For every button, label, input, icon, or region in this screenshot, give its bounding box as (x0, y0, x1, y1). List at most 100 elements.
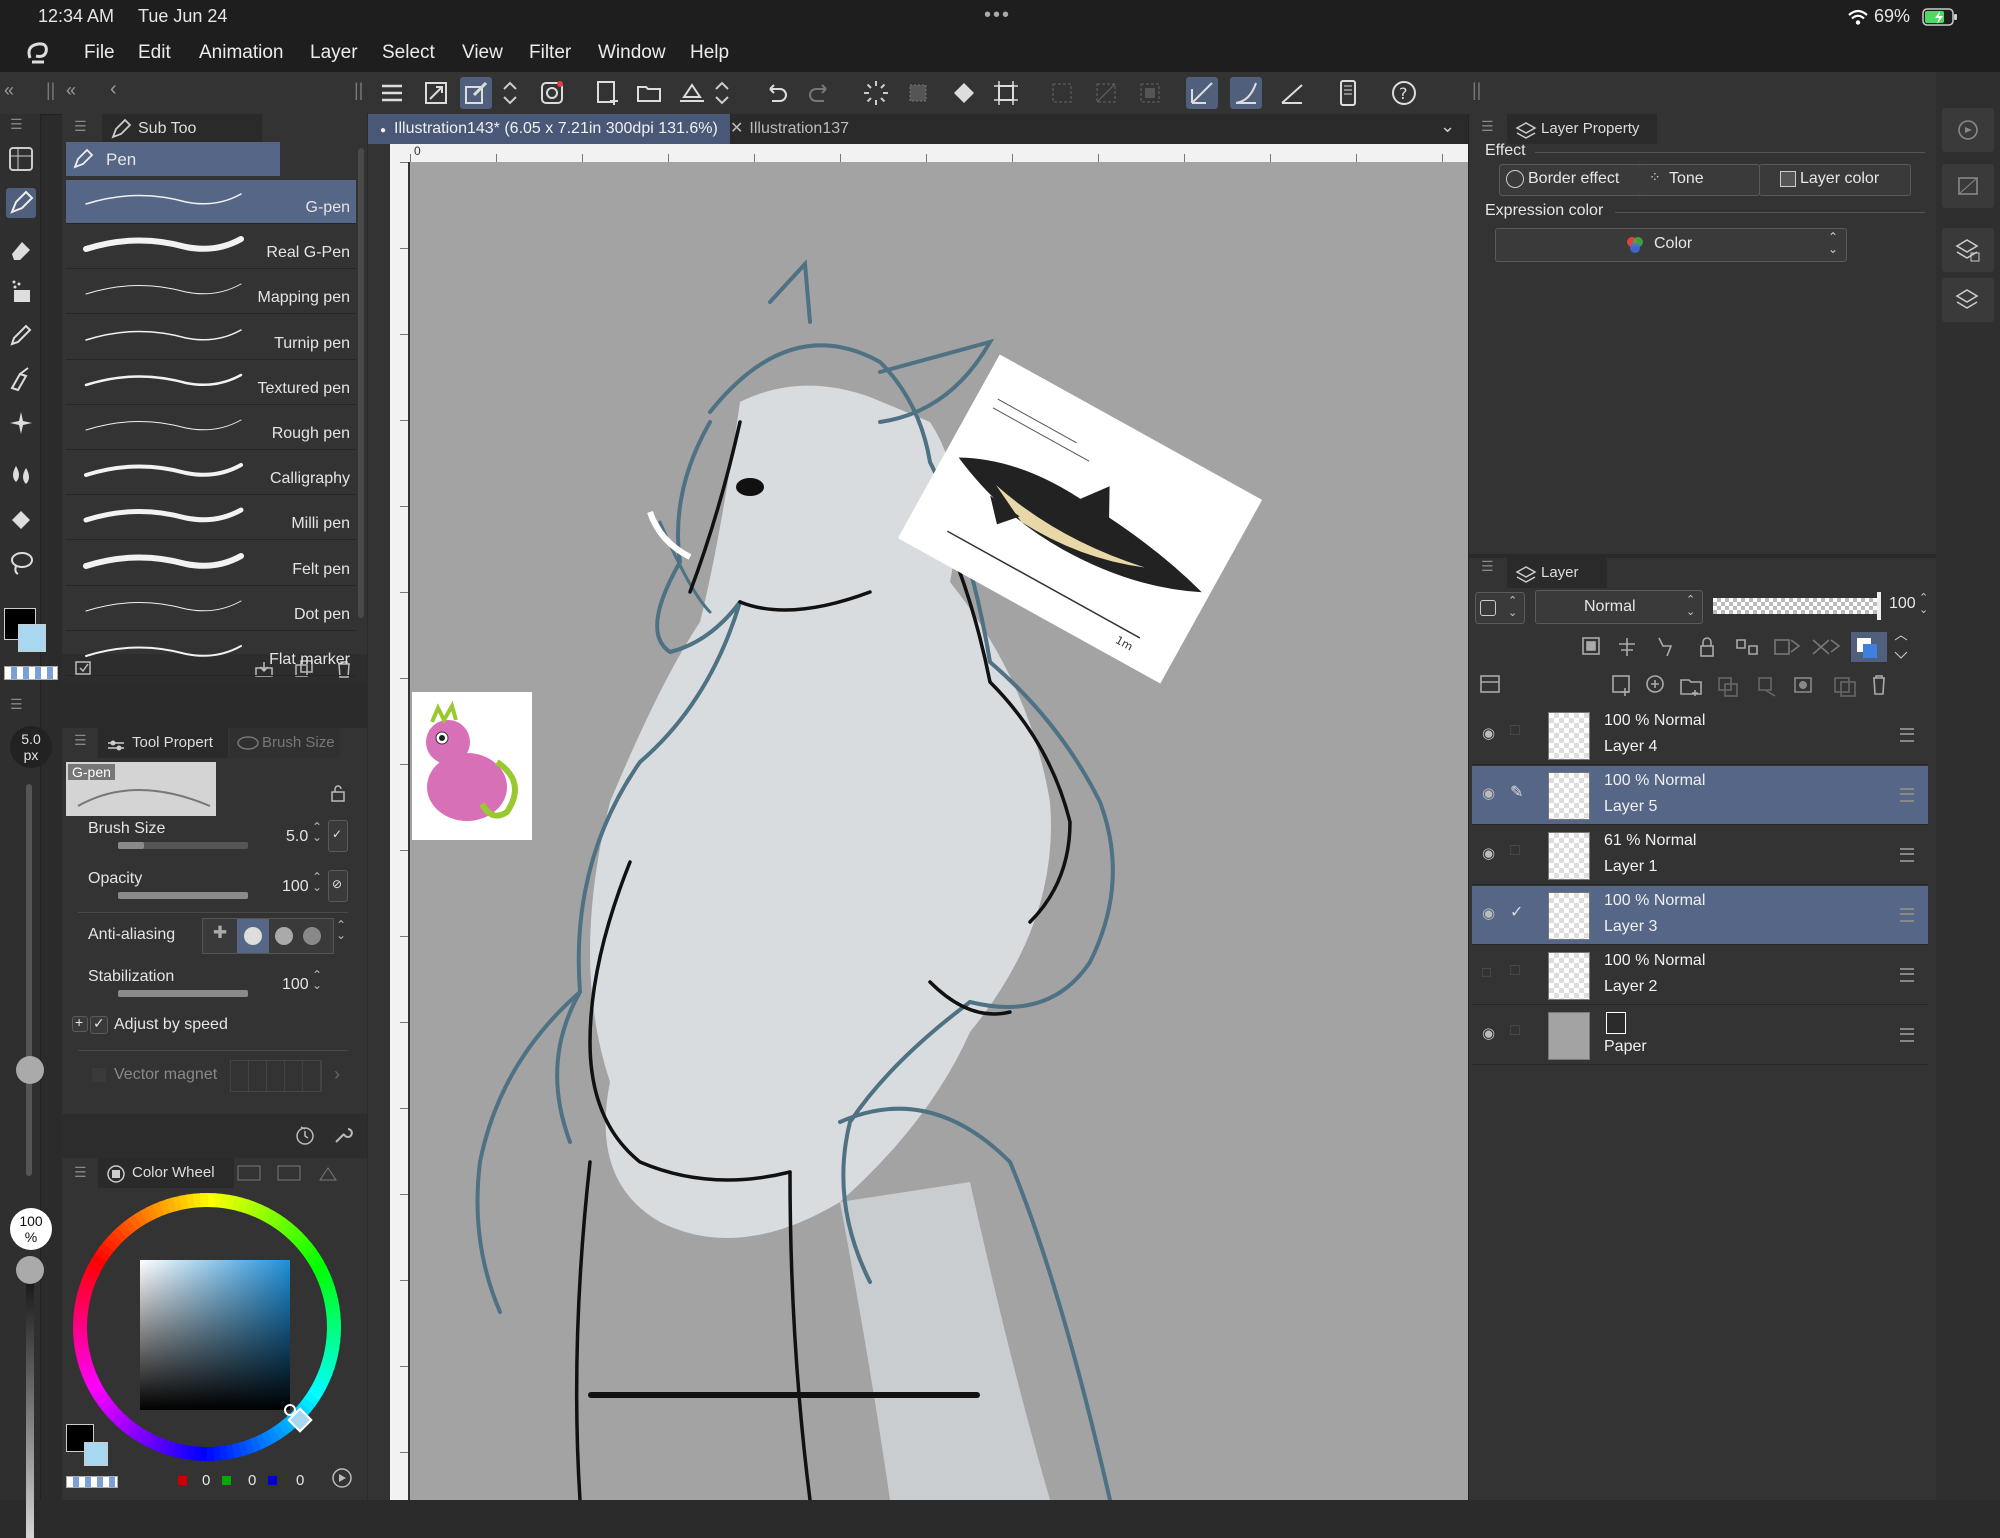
opacity-slider-thumb[interactable] (16, 1256, 44, 1284)
color-menu-icon[interactable]: ☰ (74, 1164, 87, 1181)
stepper-2-icon[interactable] (712, 77, 732, 109)
menu-help[interactable]: Help (690, 42, 729, 64)
view-grid-icon[interactable] (6, 144, 36, 174)
chevron-left-icon[interactable]: ‹ (110, 78, 117, 101)
clear-selection-icon[interactable] (902, 77, 934, 109)
fit-screen-icon[interactable] (420, 77, 452, 109)
lasso-tool-icon[interactable] (6, 548, 36, 578)
antialias-strong-option[interactable] (303, 927, 321, 945)
drag-handle-icon[interactable] (1900, 908, 1914, 922)
layer-opacity-slider[interactable] (1713, 598, 1879, 614)
save-icon[interactable] (676, 77, 708, 109)
layer-opacity-thumb[interactable] (1877, 592, 1881, 620)
new-canvas-icon[interactable] (592, 77, 624, 109)
help-bubble-icon[interactable]: ? (1388, 77, 1420, 109)
antialias-medium-option[interactable] (275, 927, 293, 945)
color-wheel-tab[interactable]: Color Wheel (98, 1158, 234, 1188)
panel-grip-3-icon[interactable]: || (1472, 80, 1481, 101)
transparent-color-swatch[interactable] (4, 666, 58, 680)
editing-pen-icon[interactable]: ✎ (1510, 782, 1523, 802)
palette-menu-icon[interactable]: ☰ (10, 116, 23, 133)
tab-illustration143[interactable]: ● Illustration143* (6.05 x 7.21in 300dpi … (368, 114, 730, 144)
layer-property-tab[interactable]: Layer Property (1507, 114, 1657, 144)
selection-tool-3-icon[interactable] (1134, 77, 1166, 109)
toolprop-menu-icon[interactable]: ☰ (74, 732, 87, 749)
adjust-speed-checkbox[interactable]: ✓ (90, 1015, 108, 1034)
selection-tool-2-icon[interactable] (1090, 77, 1122, 109)
color-settings-icon[interactable] (330, 1466, 354, 1490)
sub-view-button[interactable] (1942, 164, 1994, 208)
close-tab-icon[interactable]: ✕ (730, 120, 743, 137)
subtool-item[interactable]: Flat marker (66, 632, 356, 676)
lock-icon[interactable] (330, 784, 346, 802)
stabilization-stepper[interactable]: ⌃ ⌄ (312, 969, 322, 991)
drawing-canvas[interactable]: 1m (410, 162, 1468, 1500)
navigator-button[interactable] (1942, 108, 1994, 152)
multitask-dots-icon[interactable]: ••• (984, 4, 1011, 27)
drag-handle-icon[interactable] (1900, 1028, 1914, 1042)
eye-icon[interactable]: ◉ (1482, 784, 1502, 802)
layer-row[interactable]: ◉ ✓ 100 % Normal Layer 3 (1472, 886, 1928, 945)
drag-handle-icon[interactable] (1900, 728, 1914, 742)
eye-icon[interactable]: ◉ (1482, 724, 1502, 742)
layer-row[interactable]: □ □ 100 % Normal Layer 2 (1472, 946, 1928, 1005)
wheel-transparent-color[interactable] (66, 1476, 118, 1488)
reset-settings-icon[interactable] (294, 1124, 316, 1146)
opacity-slider-track[interactable] (26, 1260, 34, 1538)
open-folder-icon[interactable] (634, 77, 666, 109)
selection-tool-1-icon[interactable] (1046, 77, 1078, 109)
app-logo-icon[interactable] (24, 40, 52, 66)
layer-opacity-stepper-icon[interactable]: ⌃ ⌄ (1919, 592, 1928, 616)
layer-row[interactable]: ◉ □ Paper (1472, 1006, 1928, 1065)
brush-size-stepper[interactable]: ⌃ ⌄ (312, 821, 322, 843)
pen-tool-icon[interactable] (6, 188, 36, 218)
subtool-item[interactable]: Milli pen (66, 496, 356, 541)
size-slider-track[interactable] (26, 784, 32, 1176)
sparkle-tool-icon[interactable] (6, 408, 36, 438)
vector-magnet-selector[interactable] (230, 1060, 322, 1092)
layer-display-toggle[interactable]: ⌃ ⌄ (1475, 592, 1525, 624)
eye-icon[interactable]: ◉ (1482, 844, 1502, 862)
subtool-item[interactable]: Dot pen (66, 587, 356, 631)
blend-tool-icon[interactable] (6, 460, 36, 490)
subtool-item[interactable]: Turnip pen (66, 316, 356, 360)
expression-color-select[interactable]: Color ⌃ ⌄ (1495, 228, 1847, 262)
layer-checkbox-icon[interactable]: □ (1510, 962, 1520, 980)
loading-spinner-icon[interactable] (860, 77, 892, 109)
opacity-settings-button[interactable]: ⊘ (328, 870, 348, 902)
vector-magnet-checkbox[interactable] (92, 1068, 106, 1082)
subtool-item[interactable]: Rough pen (66, 406, 356, 450)
subtool-scrollbar[interactable] (358, 148, 364, 618)
menu-view[interactable]: View (462, 42, 503, 64)
eye-icon[interactable]: ◉ (1482, 904, 1502, 922)
undo-icon[interactable] (760, 77, 792, 109)
tab-illustration137[interactable]: ✕ Illustration137 (718, 114, 861, 144)
subtool-group-pen[interactable]: Pen (66, 142, 280, 176)
reference-dragon-image[interactable] (412, 692, 532, 840)
snap-special-ruler-icon[interactable] (1230, 77, 1262, 109)
panel-grip-2-icon[interactable]: || (354, 80, 363, 101)
drag-handle-icon[interactable] (1900, 848, 1914, 862)
brush-size-indicator[interactable]: 5.0 px (10, 726, 52, 768)
eye-icon[interactable]: ◉ (1482, 1024, 1502, 1042)
vector-magnet-chevron-icon[interactable]: › (334, 1064, 340, 1085)
stepper-icon[interactable] (500, 77, 520, 109)
layer-color-button[interactable]: Layer color (1759, 164, 1911, 196)
menu-layer[interactable]: Layer (310, 42, 358, 64)
subtool-menu-icon[interactable]: ☰ (74, 118, 87, 135)
vector-pen-tool-icon[interactable] (6, 364, 36, 394)
menu-edit[interactable]: Edit (138, 42, 171, 64)
panel-grip-icon[interactable]: || (46, 80, 55, 101)
subtool-item[interactable]: Calligraphy (66, 451, 356, 496)
quick-access-icon[interactable] (460, 77, 492, 109)
menu-animation[interactable]: Animation (199, 42, 284, 64)
hidden-checkbox-icon[interactable]: □ (1482, 964, 1502, 981)
layer-tab[interactable]: Layer (1507, 558, 1607, 588)
fill-tool-icon[interactable] (6, 504, 36, 534)
color-wheel[interactable] (72, 1192, 342, 1462)
menu-window[interactable]: Window (598, 42, 666, 64)
subtool-item[interactable]: Textured pen (66, 361, 356, 405)
opacity-stepper[interactable]: ⌃ ⌄ (312, 871, 322, 893)
wrench-icon[interactable] (332, 1124, 354, 1146)
eraser-tool-icon[interactable] (6, 234, 36, 264)
